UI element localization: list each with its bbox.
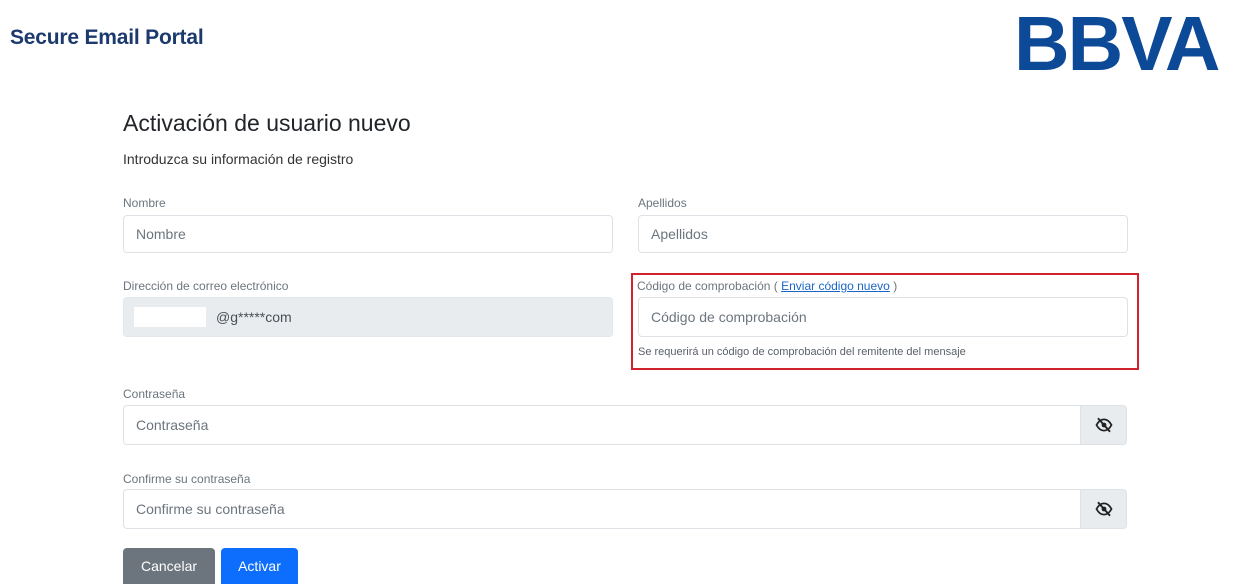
confirm-password-input[interactable]: Confirme su contraseña bbox=[123, 489, 1081, 529]
password-input[interactable]: Contraseña bbox=[123, 405, 1081, 445]
first-name-label: Nombre bbox=[123, 196, 166, 210]
email-field: @g*****com bbox=[123, 297, 613, 337]
email-label: Dirección de correo electrónico bbox=[123, 279, 289, 293]
eye-slash-icon bbox=[1094, 501, 1113, 517]
confirm-password-visibility-toggle[interactable] bbox=[1080, 489, 1127, 529]
password-visibility-toggle[interactable] bbox=[1080, 405, 1127, 445]
activate-button[interactable]: Activar bbox=[221, 548, 298, 584]
verification-label-suffix: ) bbox=[893, 279, 898, 293]
email-value: @g*****com bbox=[216, 309, 292, 325]
eye-slash-icon bbox=[1094, 417, 1113, 433]
verification-label-text: Código de comprobación ( bbox=[637, 279, 778, 293]
last-name-label: Apellidos bbox=[638, 196, 687, 210]
redacted-email-mask bbox=[134, 307, 206, 327]
first-name-input[interactable]: Nombre bbox=[123, 215, 613, 253]
password-label: Contraseña bbox=[123, 387, 186, 401]
confirm-password-label: Confirme su contraseña bbox=[123, 472, 251, 486]
page-title: Activación de usuario nuevo bbox=[123, 110, 411, 136]
last-name-input[interactable]: Apellidos bbox=[638, 215, 1128, 253]
verification-help-text: Se requerirá un código de comprobación d… bbox=[638, 346, 966, 358]
cancel-button[interactable]: Cancelar bbox=[123, 548, 215, 584]
bbva-logo: BBVA bbox=[1014, 1, 1220, 87]
verification-label: Código de comprobación ( Enviar código n… bbox=[637, 279, 897, 293]
portal-title: Secure Email Portal bbox=[10, 26, 204, 49]
page-subtitle: Introduzca su información de registro bbox=[123, 151, 354, 167]
send-new-code-link[interactable]: Enviar código nuevo bbox=[781, 279, 890, 293]
verification-code-input[interactable]: Código de comprobación bbox=[638, 297, 1128, 337]
